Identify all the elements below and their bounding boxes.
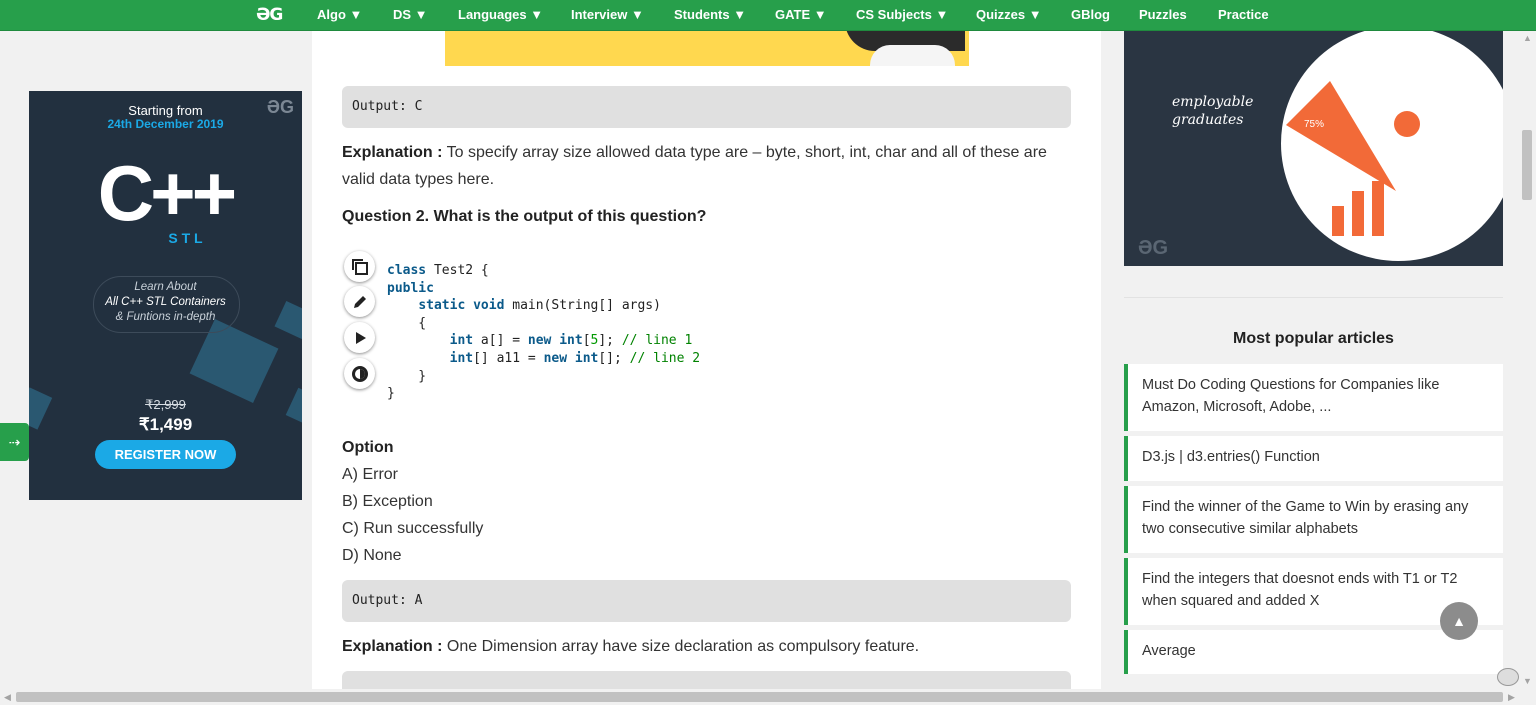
run-code-button[interactable]: [344, 322, 375, 353]
ad-employable-text: employable graduates: [1172, 93, 1253, 129]
nav-algo[interactable]: Algo ▼: [317, 7, 362, 22]
ad-stl-text: S T L: [168, 230, 203, 246]
option-a: A) Error: [342, 466, 398, 483]
scroll-to-top-button[interactable]: ▲: [1440, 602, 1478, 640]
nav-cs-subjects[interactable]: CS Subjects ▼: [856, 7, 948, 22]
site-logo[interactable]: ƏG: [256, 5, 283, 25]
sidebar-divider: [1124, 297, 1503, 298]
most-popular-title: Most popular articles: [1233, 330, 1394, 347]
explanation-2: Explanation : One Dimension array have s…: [342, 633, 1077, 660]
nav-gblog[interactable]: GBlog: [1071, 7, 1110, 22]
edit-code-button[interactable]: [344, 286, 375, 317]
ad-starting-text: Starting from: [128, 103, 203, 118]
nav-interview[interactable]: Interview ▼: [571, 7, 644, 22]
copy-code-button[interactable]: [344, 251, 375, 282]
popular-article-item[interactable]: Must Do Coding Questions for Companies l…: [1124, 364, 1503, 431]
edit-icon: [353, 295, 366, 308]
cpp-stl-ad[interactable]: ƏG Starting from 24th December 2019 C++ …: [29, 91, 302, 500]
popular-article-item[interactable]: Find the winner of the Game to Win by er…: [1124, 486, 1503, 553]
top-navbar: ƏG Algo ▼ DS ▼ Languages ▼ Interview ▼ S…: [0, 0, 1536, 31]
theme-icon: [351, 365, 368, 382]
ad-brand-logo: ƏG: [1138, 237, 1169, 259]
scroll-up-arrow-icon[interactable]: ▲: [1523, 33, 1532, 43]
article-banner-image: [445, 31, 969, 66]
banner-decor: [870, 45, 955, 66]
explanation-2-label: Explanation :: [342, 638, 443, 655]
output-box-2: Output: A: [342, 580, 1071, 622]
toggle-theme-button[interactable]: [344, 358, 375, 389]
option-heading: Option: [342, 439, 394, 456]
popular-article-item[interactable]: D3.js | d3.entries() Function: [1124, 436, 1503, 481]
code-block: class Test2 { public static void main(St…: [387, 263, 701, 402]
nav-practice[interactable]: Practice: [1218, 7, 1269, 22]
scroll-right-arrow-icon[interactable]: ▶: [1508, 692, 1515, 703]
ad-bar: [1352, 191, 1364, 236]
option-c: C) Run successfully: [342, 520, 484, 537]
popular-article-item[interactable]: Average: [1124, 630, 1503, 674]
question-2-title: Question 2. What is the output of this q…: [342, 208, 707, 225]
article-content: Output: C Explanation : To specify array…: [312, 31, 1101, 705]
explanation-1: Explanation : To specify array size allo…: [342, 139, 1077, 193]
accessibility-eye-icon[interactable]: [1497, 668, 1519, 686]
ad-bar: [1372, 181, 1384, 236]
ad-percent: 75%: [1304, 119, 1325, 130]
ad-old-price: ₹2,999: [145, 397, 186, 412]
ad-cpp-title: C++: [97, 149, 237, 237]
vertical-scroll-thumb[interactable]: [1522, 130, 1532, 200]
register-now-button[interactable]: REGISTER NOW: [95, 440, 236, 469]
run-icon: [355, 331, 366, 344]
ad-paint-blob: [1394, 111, 1420, 137]
nav-students[interactable]: Students ▼: [674, 7, 746, 22]
ad-text-line2: graduates: [1172, 112, 1244, 128]
nav-quizzes[interactable]: Quizzes ▼: [976, 7, 1042, 22]
nav-ds[interactable]: DS ▼: [393, 7, 428, 22]
employable-graduates-ad[interactable]: employable graduates 75% ƏG: [1124, 31, 1503, 266]
nav-puzzles[interactable]: Puzzles: [1139, 7, 1187, 22]
horizontal-scroll-thumb[interactable]: [16, 692, 1503, 702]
option-b: B) Exception: [342, 493, 433, 510]
explanation-1-label: Explanation :: [342, 144, 443, 161]
ad-new-price: ₹1,499: [138, 415, 193, 434]
side-share-tab[interactable]: ⇢: [0, 423, 29, 461]
output-box-1: Output: C: [342, 86, 1071, 128]
ad-text-line1: employable: [1172, 94, 1254, 110]
scroll-left-arrow-icon[interactable]: ◀: [4, 692, 11, 703]
ad-date: 24th December 2019: [107, 117, 224, 131]
copy-icon: [351, 258, 368, 275]
ad-learn-line2: All C++ STL Containers: [105, 296, 226, 308]
ad-learn-line3: & Funtions in-depth: [115, 311, 216, 323]
scroll-down-arrow-icon[interactable]: ▼: [1523, 676, 1532, 686]
nav-gate[interactable]: GATE ▼: [775, 7, 827, 22]
explanation-2-text: One Dimension array have size declaratio…: [442, 638, 920, 655]
ad-learn-line1: Learn About: [134, 281, 197, 293]
explanation-1-text: To specify array size allowed data type …: [342, 144, 1047, 188]
ad-circle-graphic: [1281, 31, 1503, 261]
nav-languages[interactable]: Languages ▼: [458, 7, 543, 22]
option-d: D) None: [342, 547, 402, 564]
ad-bar: [1332, 206, 1344, 236]
